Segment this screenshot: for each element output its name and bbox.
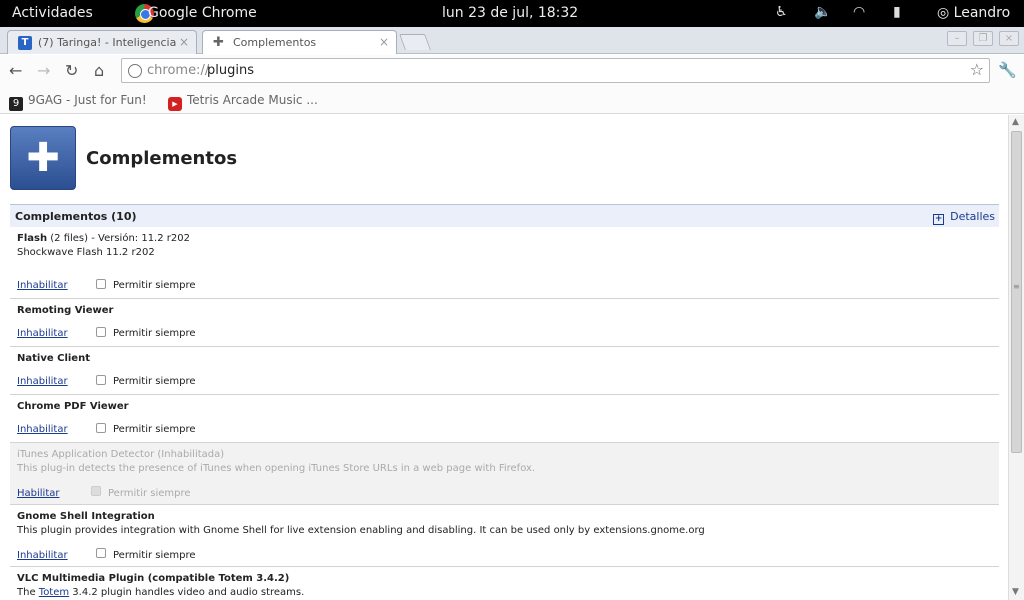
url-host: plugins (207, 63, 254, 78)
plugin-description: This plug-in detects the presence of iTu… (17, 463, 536, 474)
always-allow-checkbox[interactable] (96, 548, 106, 558)
always-allow-label: Permitir siempre (113, 328, 196, 339)
scroll-up-arrow-icon[interactable]: ▲ (1012, 117, 1019, 127)
plugin-description: This plugin provides integration with Gn… (17, 525, 705, 536)
disable-link[interactable]: Inhabilitar (17, 376, 68, 387)
clock[interactable]: lun 23 de jul, 18:32 (442, 5, 578, 21)
close-icon[interactable]: × (379, 35, 389, 49)
minimize-button[interactable]: – (947, 31, 967, 46)
always-allow-checkbox[interactable] (96, 375, 106, 385)
plus-icon: + (933, 214, 945, 225)
plugin-name: VLC Multimedia Plugin (compatible Totem … (17, 573, 290, 584)
disable-link[interactable]: Inhabilitar (17, 280, 68, 291)
plugin-description: The Totem 3.4.2 plugin handles video and… (17, 587, 305, 598)
back-arrow-icon[interactable]: ← (9, 61, 22, 80)
puzzle-icon: ✚ (213, 35, 224, 50)
window-close-button[interactable]: × (999, 31, 1019, 46)
always-allow-checkbox[interactable] (96, 327, 106, 337)
plugin-vlc: VLC Multimedia Plugin (compatible Totem … (10, 567, 999, 600)
bookmark-label: Tetris Arcade Music ... (187, 93, 318, 107)
accessibility-icon[interactable]: ♿ (775, 4, 788, 20)
section-header: Complementos (10) + Detalles (10, 204, 999, 227)
reload-icon[interactable]: ↻ (65, 61, 78, 80)
gnome-top-bar: Actividades Google Chrome lun 23 de jul,… (0, 0, 1024, 27)
always-allow-label: Permitir siempre (113, 376, 196, 387)
plugin-gnome-shell: Gnome Shell Integration This plugin prov… (10, 505, 999, 567)
plugin-name: Flash (2 files) - Versión: 11.2 r202 (17, 233, 190, 244)
volume-icon[interactable]: 🔈 (814, 4, 831, 20)
user-name: Leandro (953, 5, 1011, 21)
puzzle-icon: ✚ (10, 126, 76, 190)
bookmark-star-icon[interactable]: ☆ (970, 60, 984, 79)
disable-link[interactable]: Inhabilitar (17, 550, 68, 561)
tab-strip: T (7) Taringa! - Inteligencia C × ✚ Comp… (0, 27, 1024, 54)
always-allow-checkbox (91, 486, 101, 496)
taringa-icon: T (18, 36, 32, 50)
plugin-name: Native Client (17, 353, 90, 364)
tab-label: (7) Taringa! - Inteligencia C (38, 36, 178, 49)
battery-icon[interactable]: ▮ (893, 4, 901, 20)
always-allow-label: Permitir siempre (113, 280, 196, 291)
wrench-icon[interactable]: 🔧 (998, 61, 1017, 79)
maximize-button[interactable]: ❐ (973, 31, 993, 46)
page-content: ✚ Complementos Complementos (10) + Detall… (0, 115, 1008, 600)
always-allow-label: Permitir siempre (113, 550, 196, 561)
details-label: Detalles (950, 210, 995, 223)
url-scheme: chrome:// (147, 63, 210, 78)
bookmarks-bar: 9 9GAG - Just for Fun! ▶ Tetris Arcade Mus… (0, 87, 1024, 114)
new-tab-button[interactable] (399, 34, 431, 50)
plugin-flash: Flash (2 files) - Versión: 11.2 r202 Sho… (10, 227, 999, 299)
plugin-chrome-pdf-viewer: Chrome PDF Viewer Inhabilitar Permitir s… (10, 395, 999, 443)
section-title: Complementos (10) (15, 210, 137, 223)
always-allow-checkbox[interactable] (96, 279, 106, 289)
globe-icon (128, 64, 142, 78)
details-button[interactable]: + Detalles (933, 210, 995, 225)
scroll-down-arrow-icon[interactable]: ▼ (1012, 587, 1019, 597)
tab-complementos[interactable]: ✚ Complementos × (202, 30, 397, 54)
disable-link[interactable]: Inhabilitar (17, 328, 68, 339)
9gag-icon: 9 (9, 97, 23, 111)
app-menu[interactable]: Google Chrome (125, 0, 261, 27)
wifi-icon[interactable]: ◠ (853, 4, 865, 20)
always-allow-label: Permitir siempre (108, 488, 191, 499)
tab-taringa[interactable]: T (7) Taringa! - Inteligencia C × (7, 30, 197, 54)
plugin-native-client: Native Client Inhabilitar Permitir siemp… (10, 347, 999, 395)
bookmark-9gag[interactable]: 9 9GAG - Just for Fun! (9, 93, 147, 111)
plugin-name: iTunes Application Detector (Inhabilitad… (17, 449, 225, 460)
user-status-icon: ◎ (937, 5, 954, 21)
browser-toolbar: ← → ↻ ⌂ chrome:// plugins ☆ 🔧 (0, 55, 1024, 87)
bookmark-label: 9GAG - Just for Fun! (28, 93, 147, 107)
scrollbar-thumb[interactable] (1011, 131, 1022, 453)
plugin-name: Chrome PDF Viewer (17, 401, 129, 412)
bookmark-tetris[interactable]: ▶ Tetris Arcade Music ... (168, 93, 318, 111)
scroll-grip-icon: ≡ (1013, 282, 1020, 291)
youtube-icon: ▶ (168, 97, 182, 111)
totem-link[interactable]: Totem (39, 587, 69, 598)
address-bar[interactable]: chrome:// plugins ☆ (121, 58, 990, 83)
activities-button[interactable]: Actividades (12, 5, 93, 21)
always-allow-label: Permitir siempre (113, 424, 196, 435)
app-name: Google Chrome (148, 5, 257, 21)
disable-link[interactable]: Inhabilitar (17, 424, 68, 435)
plugin-description: Shockwave Flash 11.2 r202 (17, 247, 155, 258)
user-menu[interactable]: ◎ Leandro (937, 5, 1010, 21)
enable-link[interactable]: Habilitar (17, 488, 60, 499)
vertical-scrollbar[interactable]: ▲ ≡ ▼ (1008, 115, 1024, 600)
page-title: Complementos (86, 148, 238, 169)
plugin-name: Gnome Shell Integration (17, 511, 155, 522)
plugin-remoting-viewer: Remoting Viewer Inhabilitar Permitir sie… (10, 299, 999, 347)
home-icon[interactable]: ⌂ (94, 61, 104, 80)
forward-arrow-icon[interactable]: → (37, 61, 50, 80)
plugin-name: Remoting Viewer (17, 305, 114, 316)
always-allow-checkbox[interactable] (96, 423, 106, 433)
plugin-itunes-detector: iTunes Application Detector (Inhabilitad… (10, 443, 999, 505)
close-icon[interactable]: × (179, 35, 189, 49)
tab-label: Complementos (233, 36, 317, 49)
